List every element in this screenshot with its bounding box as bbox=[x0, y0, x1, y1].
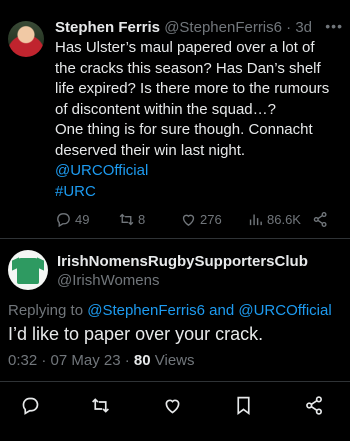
tweet-body-line: the cracks this season? Has Dan’s shelf bbox=[55, 59, 321, 77]
reply-author-handle[interactable]: @IrishWomens bbox=[57, 272, 159, 289]
replying-to-link[interactable]: @StephenFerris6 bbox=[87, 302, 205, 319]
reply-count: 49 bbox=[75, 211, 90, 227]
like-button[interactable] bbox=[162, 395, 186, 419]
reply-meta: 0:32 · 07 May 23 · 80 Views bbox=[8, 352, 195, 369]
reply-views-label: Views bbox=[154, 352, 195, 369]
share-button[interactable] bbox=[312, 208, 329, 230]
tweet-body-line: of discontent within the squad…? bbox=[55, 100, 276, 118]
retweet-icon bbox=[119, 213, 134, 225]
retweet-button[interactable]: 8 bbox=[118, 208, 145, 230]
reply-button[interactable] bbox=[20, 395, 44, 419]
like-icon bbox=[165, 399, 180, 414]
tweet-header: Stephen Ferris @StephenFerris6 · 3d bbox=[55, 18, 343, 38]
tweet-body-line: Has Ulster’s maul papered over a lot of bbox=[55, 39, 315, 56]
like-button[interactable]: 276 bbox=[180, 208, 222, 230]
replying-to-link[interactable]: @URCOfficial bbox=[238, 302, 331, 319]
retweet-icon bbox=[92, 398, 109, 413]
retweet-count: 8 bbox=[138, 211, 146, 227]
avatar[interactable] bbox=[8, 21, 44, 57]
bookmark-icon bbox=[237, 396, 250, 416]
replying-and: and bbox=[209, 302, 235, 319]
reply-icon bbox=[22, 397, 39, 415]
tweet-body: Has Ulster’s maul papered over a lot of … bbox=[55, 38, 343, 202]
retweet-button[interactable] bbox=[90, 395, 114, 419]
tweet-content: Stephen Ferris @StephenFerris6 · 3d ••• … bbox=[55, 18, 343, 202]
more-icon[interactable]: ••• bbox=[325, 18, 343, 34]
reply-icon bbox=[57, 212, 70, 227]
share-button[interactable] bbox=[304, 395, 328, 419]
tweet-body-line: life expired? Is there more to the rumou… bbox=[55, 80, 330, 97]
share-icon bbox=[313, 211, 327, 227]
reply-button[interactable]: 49 bbox=[55, 208, 89, 230]
author-handle[interactable]: @StephenFerris6 bbox=[164, 19, 282, 36]
reply-time[interactable]: 0:32 · 07 May 23 · bbox=[8, 352, 130, 369]
tweet-age[interactable]: 3d bbox=[295, 19, 312, 36]
bookmark-button[interactable] bbox=[233, 395, 257, 419]
like-count: 276 bbox=[200, 211, 222, 227]
hashtag-link[interactable]: #URC bbox=[55, 182, 343, 203]
tweet-body-line: deserved their win last night. bbox=[55, 141, 246, 159]
views-button[interactable]: 86.6K bbox=[247, 208, 301, 230]
header-separator: · bbox=[286, 19, 292, 36]
reply-text: I’d like to paper over your crack. bbox=[8, 324, 264, 344]
tweet-actions: 49 8 276 86.6K bbox=[55, 208, 335, 230]
divider bbox=[0, 381, 350, 382]
reply-actions bbox=[0, 395, 350, 419]
share-icon bbox=[306, 396, 322, 415]
divider bbox=[0, 238, 350, 239]
reply-header[interactable]: IrishNomensRugbySupportersClub @IrishWom… bbox=[0, 245, 350, 295]
original-tweet[interactable]: Stephen Ferris @StephenFerris6 · 3d ••• … bbox=[0, 0, 350, 230]
reply-author-name[interactable]: IrishNomensRugbySupportersClub bbox=[57, 253, 308, 270]
replying-prefix: Replying to bbox=[8, 302, 84, 319]
replying-to-line: Replying to @StephenFerris6 and @URCOffi… bbox=[8, 302, 332, 319]
views-count: 86.6K bbox=[267, 211, 301, 227]
reply-views-count: 80 bbox=[133, 352, 151, 369]
like-icon bbox=[182, 214, 195, 226]
author-name[interactable]: Stephen Ferris bbox=[55, 19, 160, 36]
tweet-body-line: One thing is for sure though. Connacht bbox=[55, 121, 313, 138]
reply-avatar[interactable] bbox=[8, 250, 48, 290]
mention-link[interactable]: @URCOfficial bbox=[55, 161, 343, 182]
views-icon bbox=[249, 214, 262, 225]
jersey-icon bbox=[17, 258, 39, 284]
